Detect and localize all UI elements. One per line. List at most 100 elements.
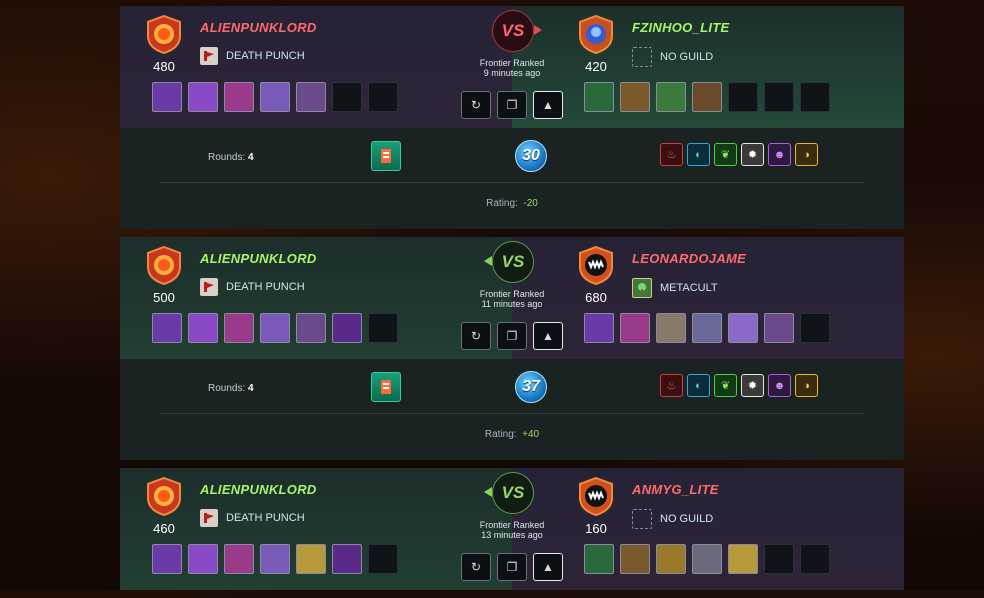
monster-card[interactable] (620, 313, 650, 343)
player-avatar[interactable] (576, 245, 616, 285)
monster-card[interactable] (332, 313, 362, 343)
life-element-icon: ✹ (741, 374, 764, 397)
replay-icon: ↻ (470, 560, 482, 574)
death-punch-guild-icon (200, 47, 218, 65)
empty-card-slot (368, 313, 398, 343)
battle-time: 11 minutes ago (481, 299, 543, 309)
guild[interactable]: DEATH PUNCH (200, 278, 305, 296)
rounds-label: Rounds: (208, 383, 246, 394)
winner-arrow-icon (534, 25, 542, 35)
earth-element-icon: ❦ (714, 374, 737, 397)
player-name[interactable]: ALIENPUNKLORD (200, 251, 317, 266)
divider (160, 413, 864, 414)
monster-card[interactable] (656, 313, 686, 343)
winner-arrow-icon (484, 256, 492, 266)
monster-card[interactable] (296, 544, 326, 574)
monster-card[interactable] (692, 82, 722, 112)
copy-button[interactable]: ❐ (497, 553, 527, 581)
monster-card[interactable] (692, 313, 722, 343)
player-rating: 680 (585, 290, 607, 305)
monster-card[interactable] (332, 544, 362, 574)
player-name[interactable]: ANMYG_LITE (632, 482, 719, 497)
player-name[interactable]: ALIENPUNKLORD (200, 20, 317, 35)
player-avatar[interactable] (576, 14, 616, 54)
player-avatar[interactable] (144, 476, 184, 516)
dragon-element-icon: ◑ (795, 143, 818, 166)
monster-card[interactable] (152, 82, 182, 112)
monster-card[interactable] (188, 82, 218, 112)
monster-card[interactable] (188, 313, 218, 343)
player-avatar[interactable] (144, 245, 184, 285)
guild[interactable]: DEATH PUNCH (200, 47, 305, 65)
caret-up-icon: ▲ (542, 560, 554, 574)
monster-card[interactable] (224, 82, 254, 112)
water-element-icon: ◐ (687, 374, 710, 397)
player-rating: 460 (153, 521, 175, 536)
collapse-button[interactable]: ▲ (533, 91, 563, 119)
monster-card[interactable] (728, 544, 758, 574)
player-avatar[interactable] (576, 476, 616, 516)
monster-card[interactable] (620, 544, 650, 574)
empty-card-slot (728, 82, 758, 112)
guild-name: DEATH PUNCH (226, 281, 305, 293)
empty-card-slot (800, 313, 830, 343)
caret-up-icon: ▲ (542, 329, 554, 343)
winner-arrow-icon (484, 487, 492, 497)
no-guild-icon (632, 509, 652, 529)
copy-button[interactable]: ❐ (497, 91, 527, 119)
monster-card[interactable] (584, 82, 614, 112)
monster-card[interactable] (188, 544, 218, 574)
monster-card[interactable] (260, 313, 290, 343)
monster-card[interactable] (260, 544, 290, 574)
monster-card[interactable] (584, 544, 614, 574)
monster-card[interactable] (152, 313, 182, 343)
monster-card[interactable] (584, 313, 614, 343)
vs-badge: VS (492, 472, 534, 514)
replay-button[interactable]: ↻ (461, 91, 491, 119)
collapse-button[interactable]: ▲ (533, 322, 563, 350)
rating-change-value: -20 (523, 198, 538, 209)
player-name[interactable]: ALIENPUNKLORD (200, 482, 317, 497)
player-avatar[interactable] (144, 14, 184, 54)
monster-card[interactable] (296, 313, 326, 343)
fire-element-icon: ♨ (660, 143, 683, 166)
mana-cap-badge: 37 (515, 371, 547, 403)
collapse-button[interactable]: ▲ (533, 553, 563, 581)
battle-details: Rounds: 4 37 ♨ ◐ ❦ ✹ ☻ ◑ Rating: +40 (120, 359, 904, 460)
earth-element-icon: ❦ (714, 143, 737, 166)
copy-icon: ❐ (506, 560, 518, 574)
monster-card[interactable] (620, 82, 650, 112)
life-element-icon: ✹ (741, 143, 764, 166)
monster-card[interactable] (692, 544, 722, 574)
monster-card[interactable] (224, 544, 254, 574)
replay-button[interactable]: ↻ (461, 553, 491, 581)
guild-name: DEATH PUNCH (226, 512, 305, 524)
monster-card[interactable] (296, 82, 326, 112)
monster-card[interactable] (764, 313, 794, 343)
battle-time: 9 minutes ago (483, 68, 541, 78)
player-name[interactable]: FZINHOO_LITE (632, 20, 730, 35)
empty-card-slot (800, 82, 830, 112)
copy-button[interactable]: ❐ (497, 322, 527, 350)
guild: NO GUILD (632, 509, 713, 529)
monster-card[interactable] (728, 313, 758, 343)
replay-button[interactable]: ↻ (461, 322, 491, 350)
divider (160, 182, 864, 183)
monster-card[interactable] (152, 544, 182, 574)
monster-card[interactable] (260, 82, 290, 112)
guild[interactable]: DEATH PUNCH (200, 509, 305, 527)
dragon-element-icon: ◑ (795, 374, 818, 397)
empty-card-slot (368, 82, 398, 112)
player-name[interactable]: LEONARDOJAME (632, 251, 746, 266)
death-element-icon: ☻ (768, 143, 791, 166)
battle-format: Frontier Ranked (479, 520, 545, 530)
monster-card[interactable] (656, 82, 686, 112)
guild-name: NO GUILD (660, 51, 714, 63)
ruleset-icon[interactable] (371, 372, 401, 402)
ruleset-icon[interactable] (371, 141, 401, 171)
empty-card-slot (800, 544, 830, 574)
monster-card[interactable] (224, 313, 254, 343)
team-cards (584, 82, 830, 112)
guild[interactable]: METACULT (632, 278, 718, 298)
monster-card[interactable] (656, 544, 686, 574)
